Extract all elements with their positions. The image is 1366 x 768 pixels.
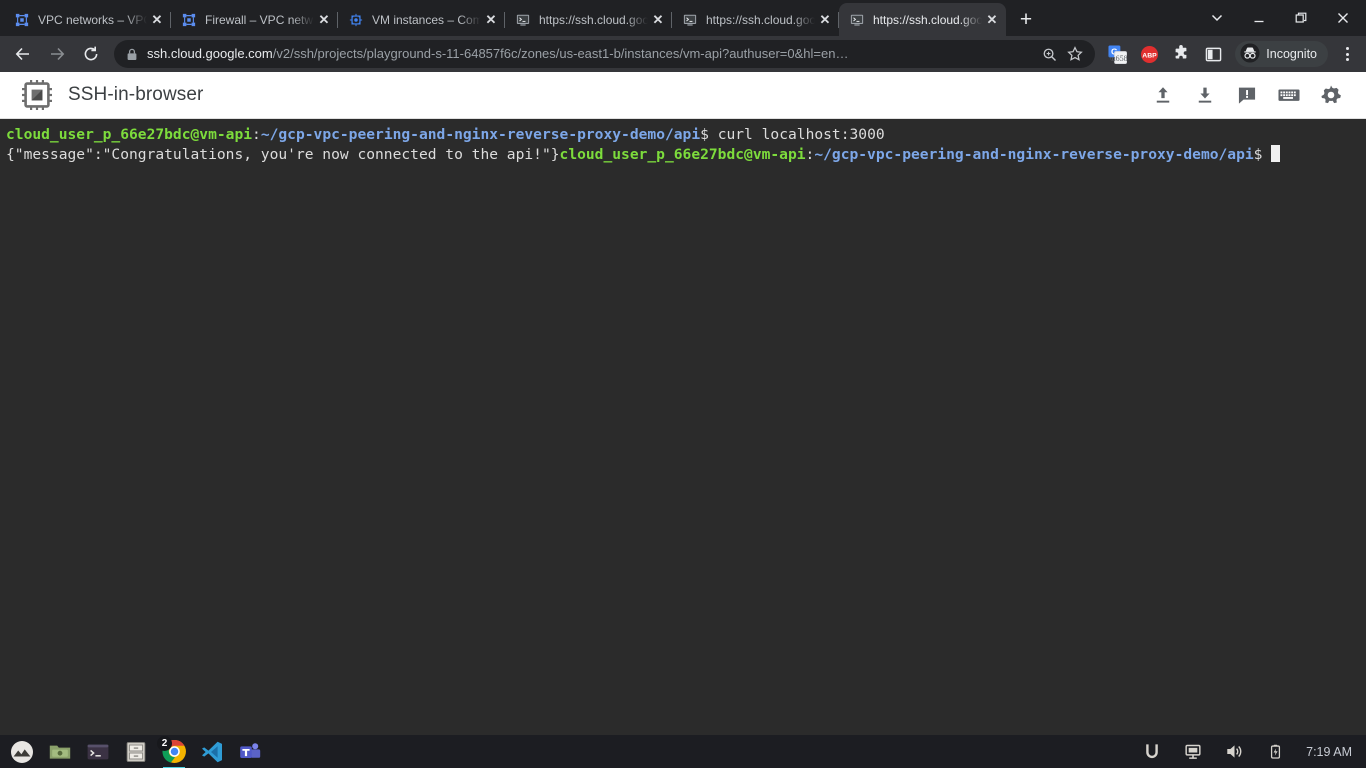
google-translate-icon[interactable]: G \u6587 [1104,41,1130,67]
back-button[interactable] [9,40,37,68]
url-domain: ssh.cloud.google.com [147,46,273,61]
terminal-icon[interactable] [84,738,112,766]
ubuntu-indicator-icon[interactable] [1138,738,1166,766]
upload-icon[interactable] [1150,82,1176,108]
browser-tab-3[interactable]: VM instances – Comp ✕ [338,3,505,36]
volume-icon[interactable] [1220,738,1248,766]
vpc-network-icon [14,12,30,28]
ssh-terminal-icon [515,12,531,28]
browser-toolbar: ssh.cloud.google.com/v2/ssh/projects/pla… [0,36,1366,72]
menu-dot [1345,52,1349,56]
taskbar-clock[interactable]: 7:19 AM [1306,745,1352,759]
tab-close-button[interactable]: ✕ [316,12,332,28]
search-zoom-icon[interactable] [1037,42,1061,66]
side-panel-icon[interactable] [1200,41,1226,67]
reload-button[interactable] [77,40,105,68]
incognito-icon [1240,42,1260,66]
keyboard-icon[interactable] [1276,82,1302,108]
svg-text:\u6587: \u6587 [1109,53,1127,62]
display-icon[interactable] [1179,738,1207,766]
page-title: SSH-in-browser [68,84,204,105]
feedback-bubble-icon[interactable] [1234,82,1260,108]
lock-icon [126,48,138,61]
extensions-puzzle-icon[interactable] [1168,41,1194,67]
tab-strip: VPC networks – VPC n ✕ Firewall – VPC ne… [0,0,1366,36]
browser-tab-5[interactable]: https://ssh.cloud.goo ✕ [672,3,839,36]
file-archiver-icon[interactable] [122,738,150,766]
terminal-prompt-path-2-wrap: emo/api [1192,146,1254,163]
incognito-label: Incognito [1266,47,1317,61]
address-bar[interactable]: ssh.cloud.google.com/v2/ssh/projects/pla… [114,40,1096,68]
vpc-network-icon [181,12,197,28]
microsoft-teams-icon[interactable] [236,738,264,766]
terminal-prompt-user-2: cloud_user_p_66e27bdc@vm-api [559,146,806,163]
battery-charging-icon[interactable] [1261,738,1289,766]
tab-title: https://ssh.cloud.goo [873,12,982,27]
bookmark-star-icon[interactable] [1063,42,1087,66]
ssh-terminal-icon [682,12,698,28]
page-content: SSH-in-browser cloud_user_p_66e27bdc@vm-… [0,72,1366,735]
ssh-app-header: SSH-in-browser [0,72,1366,119]
tab-close-button[interactable]: ✕ [149,12,165,28]
tab-close-button[interactable]: ✕ [650,12,666,28]
new-tab-button[interactable]: + [1012,5,1040,33]
terminal-command: curl localhost:3000 [717,126,885,143]
browser-tab-6-active[interactable]: https://ssh.cloud.goo ✕ [839,3,1006,36]
close-window-button[interactable] [1322,1,1364,35]
vscode-icon[interactable] [198,738,226,766]
ssh-toolbar-actions [1150,82,1352,108]
terminal-prompt-path-2: ~/gcp-vpc-peering-and-nginx-reverse-prox… [814,146,1193,163]
gear-icon[interactable] [1318,82,1344,108]
tab-search-button[interactable] [1196,1,1238,35]
window-controls [1196,0,1366,36]
terminal-prompt-user: cloud_user_p_66e27bdc@vm-api [6,126,253,143]
minimize-window-button[interactable] [1238,1,1280,35]
browser-tab-4[interactable]: https://ssh.cloud.goo ✕ [505,3,672,36]
tab-title: https://ssh.cloud.goo [539,12,648,27]
download-icon[interactable] [1192,82,1218,108]
tab-title: VM instances – Comp [372,12,481,27]
terminal-response: {"message":"Congratulations, you're now … [6,146,560,163]
terminal-cursor [1271,145,1281,162]
browser-tab-2[interactable]: Firewall – VPC networ ✕ [171,3,338,36]
tab-title: https://ssh.cloud.goo [706,12,815,27]
terminal-prompt-symbol-2: $ [1253,146,1272,163]
file-manager-icon[interactable] [46,738,74,766]
address-bar-url: ssh.cloud.google.com/v2/ssh/projects/pla… [147,40,1035,68]
tab-title: Firewall – VPC networ [205,12,314,27]
ssh-terminal-icon [849,12,865,28]
terminal-prompt-sep: : [252,126,261,143]
incognito-badge[interactable]: Incognito [1235,41,1328,67]
system-tray: 7:19 AM [1138,738,1358,766]
compute-engine-icon [348,12,364,28]
terminal-prompt-path: ~/gcp-vpc-peering-and-nginx-reverse-prox… [260,126,701,143]
app-menu-icon[interactable] [8,738,36,766]
maximize-window-button[interactable] [1280,1,1322,35]
google-chrome-icon[interactable]: 2 [157,735,188,768]
taskbar-apps: 2 [8,735,264,768]
chrome-window-count-badge: 2 [157,735,172,751]
tab-title: VPC networks – VPC n [38,12,147,27]
tab-close-button[interactable]: ✕ [817,12,833,28]
adblock-plus-icon[interactable]: ABP [1136,41,1162,67]
terminal-output[interactable]: cloud_user_p_66e27bdc@vm-api:~/gcp-vpc-p… [0,119,1366,735]
tab-close-button[interactable]: ✕ [483,12,499,28]
tab-close-button[interactable]: ✕ [984,12,1000,28]
forward-button[interactable] [43,40,71,68]
url-path: /v2/ssh/projects/playground-s-11-64857f6… [272,46,849,61]
svg-text:ABP: ABP [1142,52,1157,59]
system-taskbar: 2 7:19 AM [0,735,1366,768]
menu-dot [1345,58,1349,61]
browser-window: VPC networks – VPC n ✕ Firewall – VPC ne… [0,0,1366,768]
menu-dot [1345,47,1349,50]
terminal-prompt-symbol: $ [700,126,718,143]
chrome-menu-button[interactable] [1334,41,1360,67]
browser-tab-1[interactable]: VPC networks – VPC n ✕ [4,3,171,36]
cpu-chip-icon [20,78,54,112]
